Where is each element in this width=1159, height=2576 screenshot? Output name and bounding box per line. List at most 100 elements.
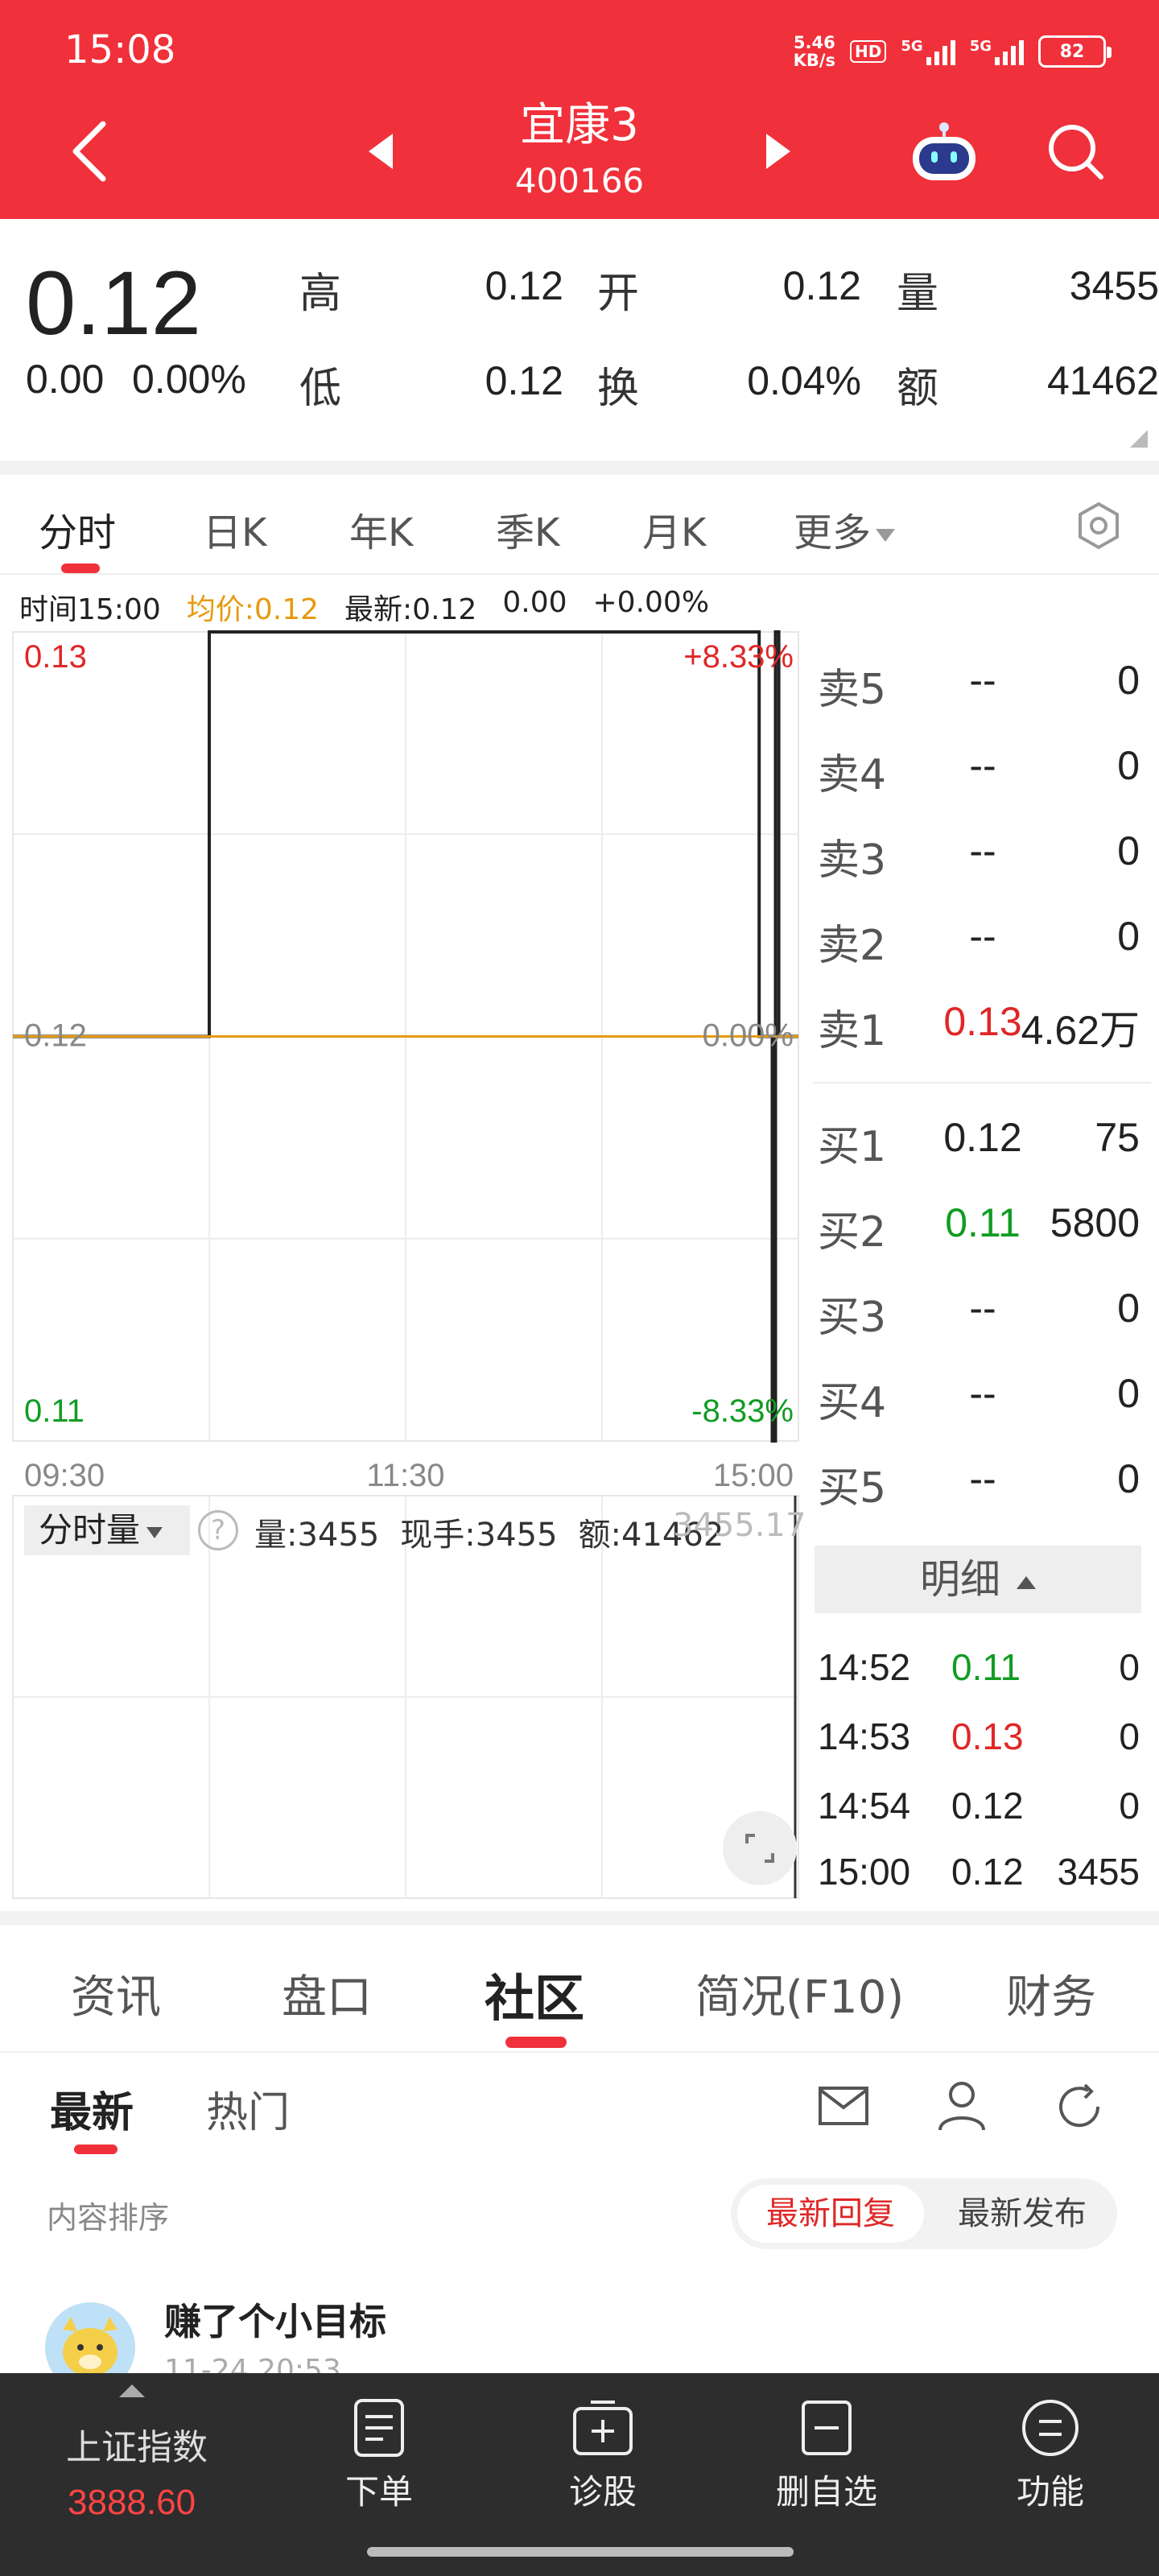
post-item[interactable]: 赚了个小目标 11-24 20:53 <box>19 2270 1146 2375</box>
sell-volume: 0 <box>1117 658 1140 703</box>
sell-price: -- <box>969 914 996 959</box>
chart-period-tabs: 分时 日K 年K 季K 月K 更多 <box>0 475 1159 575</box>
buy-volume: 0 <box>1117 1456 1140 1501</box>
buy-row[interactable]: 买1 0.12 75 <box>818 1098 1140 1183</box>
info-change: 0.00 <box>502 586 567 619</box>
refresh-icon[interactable] <box>1053 2080 1106 2133</box>
buy-row[interactable]: 买5 -- 0 <box>818 1439 1140 1525</box>
sell-price: 0.13 <box>943 999 1022 1044</box>
index-name[interactable]: 上证指数 <box>66 2418 208 2470</box>
order-button[interactable]: 下单 <box>319 2397 439 2518</box>
tab-community[interactable]: 社区 <box>485 1958 584 2030</box>
trade-volume: 0 <box>1119 1785 1140 1827</box>
avatar[interactable] <box>45 2302 135 2375</box>
quote-panel: 0.12 0.00 0.00% 高 0.12 开 0.12 量 3455 低 0… <box>0 219 1159 460</box>
buy-row[interactable]: 买4 -- 0 <box>818 1354 1140 1439</box>
buy-price: -- <box>969 1371 996 1416</box>
buy-row[interactable]: 买2 0.11 5800 <box>818 1183 1140 1269</box>
tab-more[interactable]: 更多 <box>794 501 896 557</box>
field-label-amount: 额 <box>897 365 939 413</box>
remove-watchlist-label: 删自选 <box>775 2472 877 2512</box>
field-value-turnover: 0.04% <box>747 358 861 403</box>
menu-icon <box>1022 2400 1079 2456</box>
diagnose-icon <box>573 2401 633 2455</box>
help-icon[interactable]: ? <box>198 1510 238 1550</box>
sell-row[interactable]: 卖5 -- 0 <box>818 641 1140 726</box>
field-label-open: 开 <box>597 270 640 318</box>
buy-volume: 5800 <box>1050 1200 1140 1245</box>
mail-icon[interactable] <box>818 2083 869 2128</box>
field-value-open: 0.12 <box>782 263 861 308</box>
buy-price: -- <box>969 1456 996 1501</box>
sort-latest-publish[interactable]: 最新发布 <box>934 2185 1111 2243</box>
order-icon <box>354 2399 404 2457</box>
chart-settings-icon[interactable] <box>1074 501 1124 551</box>
trade-time: 14:53 <box>818 1715 911 1757</box>
tab-news[interactable]: 资讯 <box>71 1961 161 2026</box>
sell-price: -- <box>969 658 996 703</box>
subtab-latest[interactable]: 最新 <box>50 2079 134 2139</box>
fullscreen-icon[interactable] <box>723 1811 797 1885</box>
y-tick-left: 0.12 <box>24 1018 87 1054</box>
trade-time: 14:52 <box>818 1646 911 1688</box>
tab-intraday[interactable]: 分时 <box>39 501 116 557</box>
sell-row[interactable]: 卖4 -- 0 <box>818 726 1140 811</box>
remove-watchlist-button[interactable]: 删自选 <box>766 2397 887 2518</box>
price-change: 0.00 <box>26 357 105 402</box>
tab-quarterly-k[interactable]: 季K <box>496 501 559 557</box>
sell-row[interactable]: 卖3 -- 0 <box>818 811 1140 897</box>
active-subtab-indicator <box>74 2145 118 2154</box>
volume-total: 量:3455 <box>254 1517 380 1554</box>
trade-row: 14:52 0.11 0 <box>818 1634 1140 1702</box>
post-time: 11-24 20:53 <box>164 2354 341 2375</box>
volume-axis-top: 3455.17 <box>673 1507 806 1544</box>
y-tick-right: +8.33% <box>683 639 794 675</box>
sell-row[interactable]: 卖1 0.13 4.62万 <box>818 982 1140 1067</box>
expand-corner-icon[interactable] <box>1130 430 1148 448</box>
trade-row: 14:53 0.13 0 <box>818 1703 1140 1771</box>
user-icon[interactable] <box>937 2080 987 2132</box>
volume-info: 量:3455 现手:3455 额:41462 <box>254 1509 724 1555</box>
trade-price: 0.12 <box>951 1785 1024 1827</box>
sell-row[interactable]: 卖2 -- 0 <box>818 897 1140 982</box>
tab-profile-f10[interactable]: 简况(F10) <box>695 1961 904 2026</box>
volume-indicator-select[interactable]: 分时量 <box>24 1505 190 1555</box>
sell-volume: 4.62万 <box>1021 1008 1140 1053</box>
caret-down-icon <box>876 529 896 542</box>
caret-up-icon[interactable] <box>119 2384 145 2397</box>
volume-current-hand: 现手:3455 <box>400 1517 558 1554</box>
field-value-volume: 3455 <box>1069 263 1159 308</box>
trade-detail-toggle[interactable]: 明细 <box>815 1546 1141 1613</box>
y-tick-left: 0.13 <box>24 639 87 675</box>
chart-info-bar: 时间15:00 均价:0.12 最新:0.12 0.00 +0.00% <box>19 586 709 628</box>
field-value-low: 0.12 <box>485 358 563 403</box>
buy-level-label: 买5 <box>818 1464 887 1513</box>
diagnose-button[interactable]: 诊股 <box>542 2397 663 2518</box>
bottom-action-bar: 上证指数 3888.60 下单 诊股 删自选 功能 <box>0 2373 1159 2576</box>
info-avg-price: 均价:0.12 <box>186 593 320 626</box>
tab-handicap[interactable]: 盘口 <box>282 1961 372 2026</box>
tab-finance[interactable]: 财务 <box>1006 1961 1096 2026</box>
index-value: 3888.60 <box>68 2483 196 2522</box>
trade-row: 15:00 0.12 3455 <box>818 1839 1140 1906</box>
buy-row[interactable]: 买3 -- 0 <box>818 1269 1140 1354</box>
hd-icon: HD <box>850 40 887 63</box>
divider <box>0 460 1159 475</box>
buy-level-label: 买4 <box>818 1379 887 1427</box>
y-tick-right: 0.00% <box>703 1018 794 1054</box>
subtab-hot[interactable]: 热门 <box>206 2079 290 2139</box>
field-value-amount: 41462 <box>1046 358 1159 403</box>
sort-latest-reply[interactable]: 最新回复 <box>737 2185 924 2243</box>
robot-assistant-icon[interactable] <box>908 121 980 184</box>
function-button[interactable]: 功能 <box>990 2397 1111 2518</box>
tab-yearly-k[interactable]: 年K <box>349 501 413 557</box>
search-icon[interactable] <box>1043 119 1107 184</box>
tab-daily-k[interactable]: 日K <box>203 501 266 557</box>
intraday-chart[interactable]: 0.13 0.12 0.11 +8.33% 0.00% -8.33% 09:30 11:30 1… <box>0 628 813 1900</box>
x-tick: 15:00 <box>713 1458 794 1493</box>
sell-level-label: 卖3 <box>818 836 887 885</box>
field-label-volume: 量 <box>897 270 939 318</box>
home-indicator[interactable] <box>367 2547 794 2557</box>
tab-monthly-k[interactable]: 月K <box>642 501 706 557</box>
next-stock-icon[interactable] <box>766 134 790 169</box>
